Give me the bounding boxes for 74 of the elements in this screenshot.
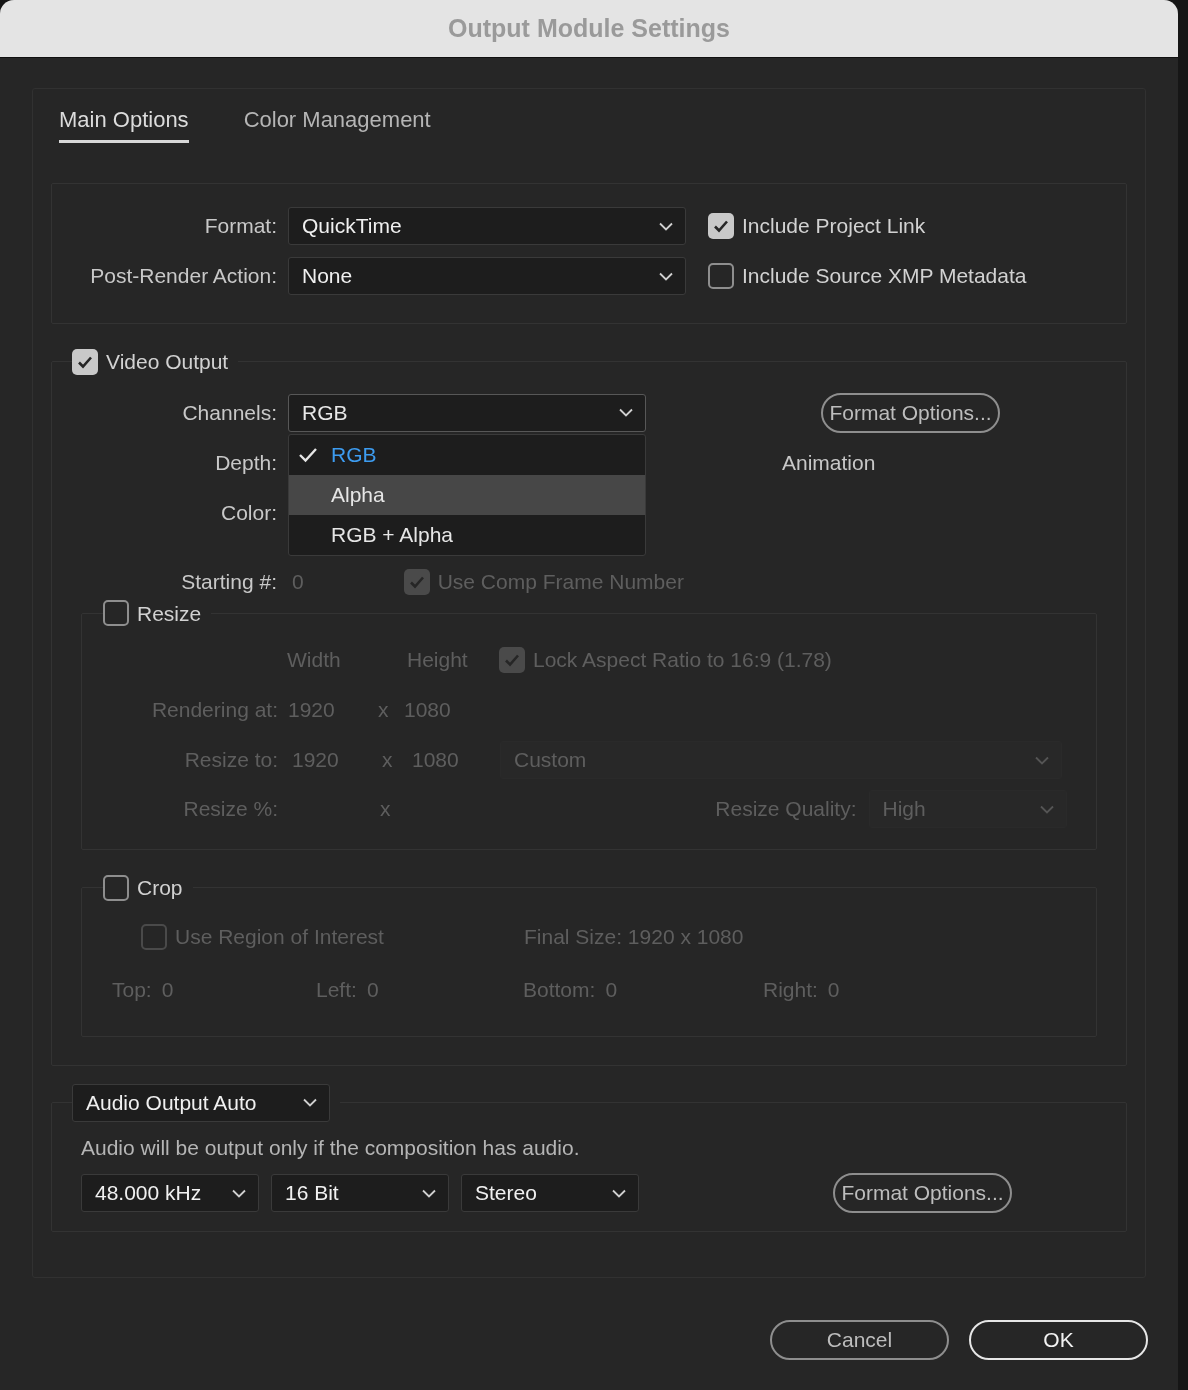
checkbox[interactable] <box>103 600 129 627</box>
checkbox-label: Resize <box>137 600 202 627</box>
field-value: Animation <box>782 449 876 476</box>
field-label: Resize Quality: <box>714 796 857 823</box>
field-value: x <box>378 697 390 724</box>
checkmark-icon <box>298 446 318 463</box>
field-value: Top: <box>112 976 152 1003</box>
field-value: Right: <box>763 976 818 1003</box>
dropdown[interactable]: 48.000 kHz <box>81 1174 259 1212</box>
chevron-down-icon <box>659 271 673 281</box>
audio-note: Audio will be output only if the composition has audio. <box>81 1134 581 1161</box>
field-label: Resize %: <box>182 796 278 823</box>
chevron-down-icon <box>1035 755 1049 765</box>
chevron-down-icon <box>1039 804 1054 814</box>
checkbox[interactable] <box>708 213 734 239</box>
checkbox[interactable] <box>708 263 734 289</box>
secondary-button[interactable]: Format Options... <box>833 1173 1012 1213</box>
checkbox[interactable] <box>499 647 525 673</box>
dropdown[interactable]: QuickTime <box>288 207 686 245</box>
dropdown[interactable]: 16 Bit <box>271 1174 449 1212</box>
field-value: 1080 <box>404 697 452 724</box>
field-label: Depth: <box>214 449 277 476</box>
field-value: 1920 <box>292 747 340 774</box>
tab[interactable]: Color Management <box>243 103 431 143</box>
menu-item[interactable]: RGB + Alpha <box>289 514 645 555</box>
secondary-button[interactable]: Cancel <box>770 1320 949 1360</box>
checkbox-label: Crop <box>137 875 183 901</box>
checkbox[interactable] <box>72 348 98 375</box>
chevron-down-icon <box>659 221 673 231</box>
field-value: 0 <box>292 568 304 595</box>
checkbox-label: Video Output <box>106 349 229 375</box>
field-value: x <box>380 796 391 823</box>
field-value: Width <box>287 647 342 674</box>
chevron-down-icon <box>232 1188 246 1198</box>
checkbox[interactable] <box>103 874 129 901</box>
field-value: 1080 <box>412 747 460 774</box>
checkbox-label: Use Comp Frame Number <box>437 568 684 595</box>
chevron-down-icon <box>422 1188 436 1198</box>
tab[interactable]: Main Options <box>59 103 189 143</box>
checkbox-label: Include Source XMP Metadata <box>742 263 1027 290</box>
checkbox[interactable] <box>141 923 167 950</box>
field-label: Color: <box>219 499 277 526</box>
dropdown[interactable]: Audio Output Auto <box>72 1083 330 1122</box>
chevron-down-icon <box>619 408 633 417</box>
chevron-down-icon <box>612 1188 626 1198</box>
secondary-button[interactable]: Format Options... <box>821 392 1000 433</box>
checkbox-label: Include Project Link <box>742 213 926 240</box>
field-label: Starting #: <box>180 568 277 595</box>
window-title: Output Module Settings <box>448 12 730 44</box>
dropdown[interactable]: Stereo <box>461 1174 639 1212</box>
menu-item[interactable]: RGB <box>289 434 645 475</box>
checkbox-label: Lock Aspect Ratio to 16:9 (1.78) <box>533 647 832 674</box>
dropdown[interactable]: RGB <box>288 393 646 432</box>
checkbox-label: Use Region of Interest <box>175 923 384 950</box>
ok-button[interactable]: OK <box>969 1320 1148 1360</box>
field-label: Rendering at: <box>150 697 278 724</box>
field-label: Channels: <box>181 399 277 426</box>
checkbox[interactable] <box>403 568 430 595</box>
field-value: 0 <box>366 976 379 1003</box>
field-value: Final Size: 1920 x 1080 <box>524 923 744 950</box>
field-value: Bottom: <box>523 976 596 1003</box>
field-label: Format: <box>203 213 277 240</box>
field-value: Left: <box>316 976 357 1003</box>
field-value: 0 <box>827 976 840 1003</box>
field-label: Post-Render Action: <box>89 263 277 290</box>
field-value: x <box>382 747 394 774</box>
chevron-down-icon <box>303 1098 317 1107</box>
field-value: 0 <box>605 976 618 1003</box>
field-value: 0 <box>161 976 174 1003</box>
field-value: Height <box>407 647 469 674</box>
menu-item[interactable]: Alpha <box>289 474 645 515</box>
dropdown[interactable]: None <box>288 257 686 295</box>
field-label: Resize to: <box>183 747 278 774</box>
field-value: 1920 <box>288 697 336 724</box>
